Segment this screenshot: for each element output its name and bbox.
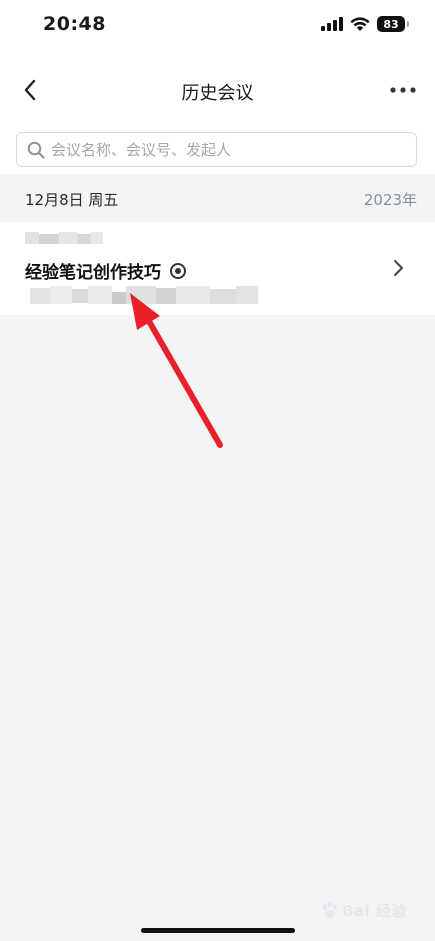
annotation-arrow (130, 293, 223, 448)
paw-icon (322, 901, 338, 918)
home-indicator[interactable] (141, 928, 295, 933)
watermark-text: Bai 经验 (342, 902, 407, 920)
watermark: Bai 经验 (320, 900, 407, 921)
meeting-history-screen: 20:48 83 历史会议 会议名称、会议号、发起人 12月8日 周五 2023… (0, 0, 435, 941)
